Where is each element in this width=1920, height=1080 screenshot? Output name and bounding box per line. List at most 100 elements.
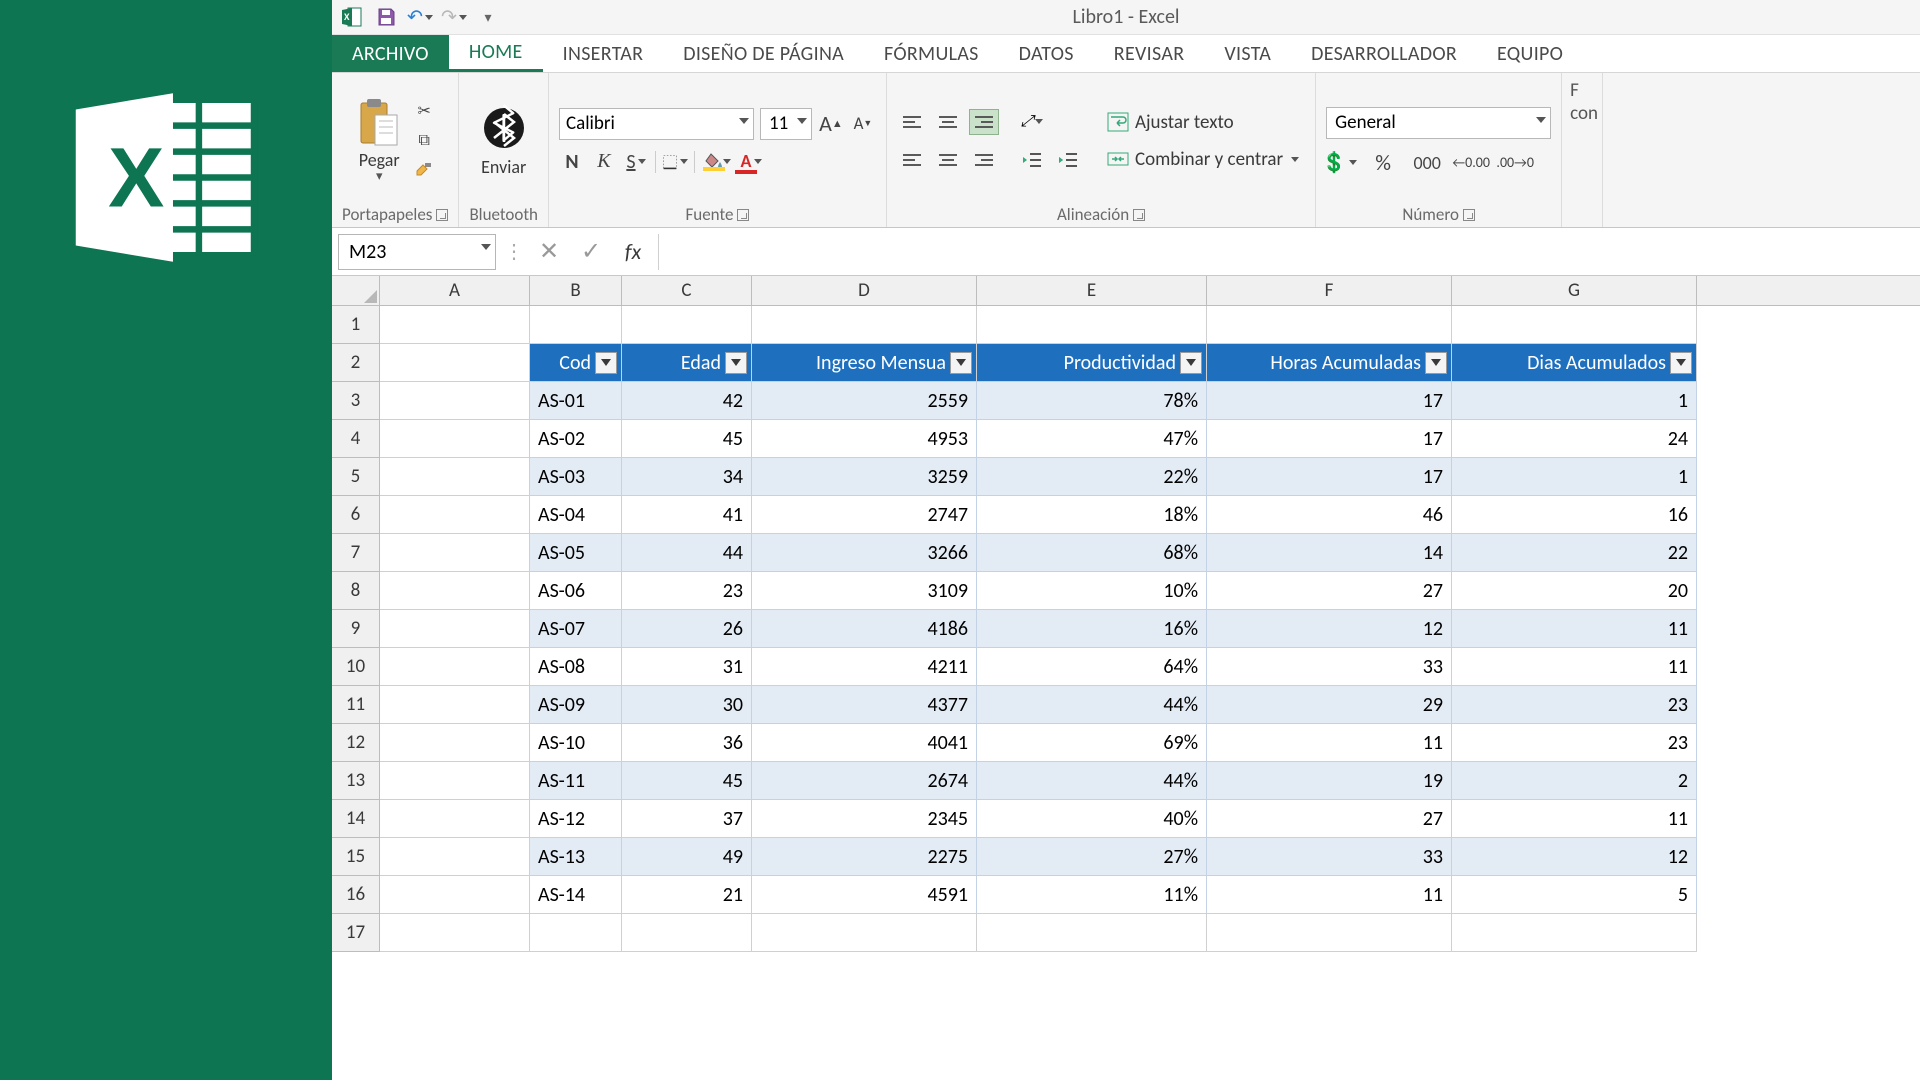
font-size-select[interactable]: 11 xyxy=(760,108,812,140)
cell[interactable] xyxy=(380,648,530,686)
copy-icon[interactable]: ⧉ xyxy=(411,129,437,153)
row-header[interactable]: 11 xyxy=(332,686,380,724)
cell[interactable]: 49 xyxy=(622,838,752,876)
cell[interactable]: 37 xyxy=(622,800,752,838)
cell[interactable] xyxy=(380,610,530,648)
cell[interactable] xyxy=(530,306,622,344)
table-header-cell[interactable]: Ingreso Mensua xyxy=(752,344,977,382)
row-header[interactable]: 1 xyxy=(332,306,380,344)
cell[interactable]: 46 xyxy=(1207,496,1452,534)
cell[interactable]: 23 xyxy=(1452,686,1697,724)
cell[interactable]: 16% xyxy=(977,610,1207,648)
filter-button[interactable] xyxy=(1180,352,1202,374)
cell[interactable]: 78% xyxy=(977,382,1207,420)
undo-icon[interactable]: ↶ xyxy=(406,4,434,30)
cell[interactable] xyxy=(752,306,977,344)
orientation-icon[interactable]: ⤢ xyxy=(1017,109,1047,135)
cell[interactable]: AS-03 xyxy=(530,458,622,496)
cell[interactable]: 21 xyxy=(622,876,752,914)
col-header[interactable]: G xyxy=(1452,276,1697,305)
cell[interactable]: AS-14 xyxy=(530,876,622,914)
cell[interactable] xyxy=(380,914,530,952)
row-header[interactable]: 5 xyxy=(332,458,380,496)
cell[interactable]: 5 xyxy=(1452,876,1697,914)
cell[interactable]: 34 xyxy=(622,458,752,496)
paste-button[interactable]: Pegar ▾ xyxy=(353,97,405,184)
cell[interactable]: 2559 xyxy=(752,382,977,420)
tab-insertar[interactable]: INSERTAR xyxy=(543,35,664,72)
cell[interactable]: 45 xyxy=(622,762,752,800)
cell[interactable]: AS-12 xyxy=(530,800,622,838)
cell[interactable]: AS-08 xyxy=(530,648,622,686)
table-header-cell[interactable]: Edad xyxy=(622,344,752,382)
align-top-icon[interactable] xyxy=(897,109,927,135)
cell[interactable] xyxy=(622,306,752,344)
cell[interactable] xyxy=(380,686,530,724)
bluetooth-send-button[interactable]: Enviar xyxy=(477,104,530,178)
cell[interactable]: 27 xyxy=(1207,800,1452,838)
cell[interactable]: AS-06 xyxy=(530,572,622,610)
cell[interactable]: 41 xyxy=(622,496,752,534)
col-header[interactable]: B xyxy=(530,276,622,305)
row-header[interactable]: 17 xyxy=(332,914,380,952)
underline-button[interactable]: S xyxy=(623,150,649,174)
number-format-select[interactable]: General xyxy=(1326,107,1551,139)
bold-button[interactable]: N xyxy=(559,150,585,174)
cell[interactable]: 23 xyxy=(622,572,752,610)
cell[interactable]: AS-09 xyxy=(530,686,622,724)
cell[interactable]: 4041 xyxy=(752,724,977,762)
tab-vista[interactable]: VISTA xyxy=(1204,35,1291,72)
cell[interactable]: 2674 xyxy=(752,762,977,800)
decrease-indent-icon[interactable] xyxy=(1017,147,1047,173)
cell[interactable] xyxy=(380,420,530,458)
align-middle-icon[interactable] xyxy=(933,109,963,135)
save-icon[interactable] xyxy=(372,4,400,30)
cell[interactable]: 4186 xyxy=(752,610,977,648)
cell[interactable]: 11% xyxy=(977,876,1207,914)
cell[interactable]: AS-02 xyxy=(530,420,622,458)
name-box[interactable]: M23 xyxy=(338,234,496,270)
cell[interactable] xyxy=(530,914,622,952)
cell[interactable] xyxy=(1452,306,1697,344)
row-header[interactable]: 15 xyxy=(332,838,380,876)
alignment-launcher-icon[interactable] xyxy=(1133,209,1145,221)
cell[interactable]: 10% xyxy=(977,572,1207,610)
formula-input[interactable] xyxy=(658,234,1920,270)
cell[interactable]: 24 xyxy=(1452,420,1697,458)
filter-button[interactable] xyxy=(725,352,747,374)
cell[interactable]: 27 xyxy=(1207,572,1452,610)
cell[interactable] xyxy=(977,914,1207,952)
select-all-corner[interactable] xyxy=(332,276,380,305)
cell[interactable]: 4377 xyxy=(752,686,977,724)
tab-diseno-pagina[interactable]: DISEÑO DE PÁGINA xyxy=(663,35,864,72)
cell[interactable]: 64% xyxy=(977,648,1207,686)
cell[interactable]: 17 xyxy=(1207,420,1452,458)
cell[interactable]: 36 xyxy=(622,724,752,762)
row-header[interactable]: 4 xyxy=(332,420,380,458)
table-header-cell[interactable]: Cod xyxy=(530,344,622,382)
cell[interactable]: 4953 xyxy=(752,420,977,458)
cell[interactable]: 2275 xyxy=(752,838,977,876)
font-launcher-icon[interactable] xyxy=(737,209,749,221)
cell[interactable]: 16 xyxy=(1452,496,1697,534)
row-header[interactable]: 3 xyxy=(332,382,380,420)
row-header[interactable]: 9 xyxy=(332,610,380,648)
merge-center-button[interactable]: Combinar y centrar xyxy=(1101,146,1305,173)
cell[interactable]: 12 xyxy=(1207,610,1452,648)
table-header-cell[interactable]: Horas Acumuladas xyxy=(1207,344,1452,382)
cell[interactable]: 12 xyxy=(1452,838,1697,876)
cell[interactable]: AS-11 xyxy=(530,762,622,800)
thousands-format-icon[interactable]: 000 xyxy=(1414,151,1440,175)
cell[interactable]: 3109 xyxy=(752,572,977,610)
cell[interactable]: 22 xyxy=(1452,534,1697,572)
cell[interactable] xyxy=(1207,306,1452,344)
cell[interactable] xyxy=(380,306,530,344)
cell[interactable] xyxy=(752,914,977,952)
cell[interactable]: 3259 xyxy=(752,458,977,496)
cell[interactable]: 18% xyxy=(977,496,1207,534)
cell[interactable]: 11 xyxy=(1452,648,1697,686)
cell[interactable]: 23 xyxy=(1452,724,1697,762)
borders-icon[interactable] xyxy=(662,150,688,174)
cell[interactable]: 1 xyxy=(1452,382,1697,420)
cell[interactable]: 4591 xyxy=(752,876,977,914)
